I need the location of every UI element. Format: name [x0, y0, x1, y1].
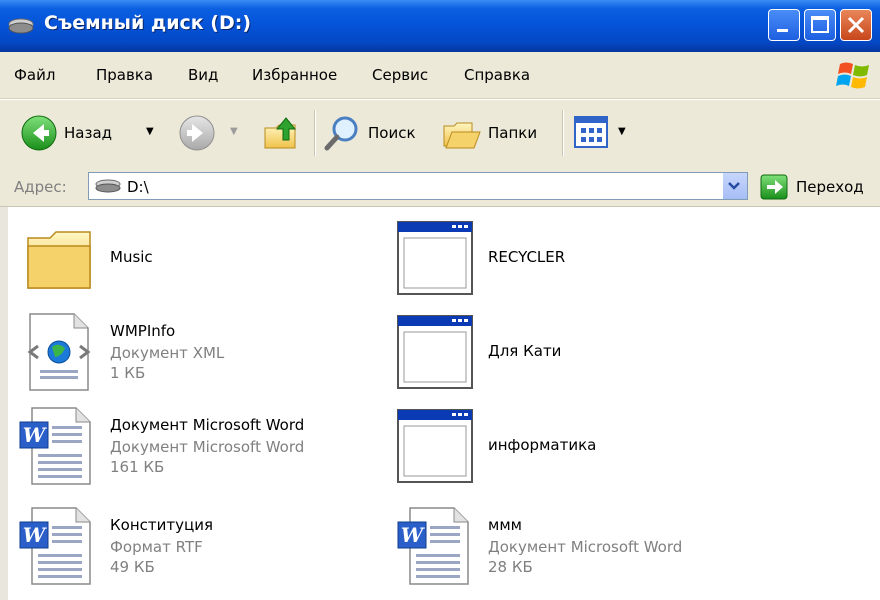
file-type: Документ XML — [110, 344, 225, 362]
minimize-icon — [777, 29, 788, 32]
toolbar-separator — [562, 110, 564, 156]
system-folder-icon — [397, 315, 473, 389]
back-label: Назад — [64, 124, 113, 142]
file-size: 161 КБ — [110, 458, 165, 476]
file-size: 28 КБ — [488, 558, 533, 576]
system-folder-icon — [397, 409, 473, 483]
address-bar: Адрес: D:\ Переход — [0, 168, 880, 207]
forward-arrow-icon — [179, 115, 215, 151]
file-name: ммм — [488, 516, 522, 534]
back-button[interactable]: Назад ▼ — [20, 110, 160, 156]
windows-logo-icon — [836, 62, 869, 89]
file-name: RECYCLER — [488, 248, 566, 266]
go-arrow-icon — [760, 174, 788, 200]
window-title: Съемный диск (D:) — [44, 12, 252, 34]
file-type: Документ Microsoft Word — [110, 438, 305, 456]
left-panel-edge — [0, 207, 8, 600]
system-folder-icon — [397, 221, 473, 295]
file-item-konstitutsiya[interactable]: W Конституция Формат RTF 49 КБ — [18, 506, 358, 588]
menu-edit[interactable]: Правка — [96, 66, 153, 84]
menu-tools[interactable]: Сервис — [372, 66, 428, 84]
svg-text:W: W — [401, 523, 426, 547]
maximize-button[interactable] — [804, 9, 836, 41]
search-label: Поиск — [368, 124, 416, 142]
back-arrow-icon — [21, 115, 57, 151]
folder-icon — [27, 231, 91, 289]
menu-help[interactable]: Справка — [464, 66, 530, 84]
menu-bar: Файл Правка Вид Избранное Сервис Справка — [0, 52, 880, 99]
removable-drive-icon — [8, 18, 34, 34]
word-document-icon: W — [19, 507, 91, 585]
back-dropdown-icon[interactable]: ▼ — [146, 126, 154, 137]
file-item-dlya-kati[interactable]: Для Кати — [396, 312, 736, 394]
maximize-icon — [811, 16, 829, 33]
up-folder-button[interactable] — [262, 110, 302, 156]
file-item-word-document[interactable]: W Документ Microsoft Word Документ Micro… — [18, 406, 378, 488]
search-button[interactable]: Поиск — [324, 110, 430, 156]
file-item-recycler[interactable]: RECYCLER — [396, 218, 736, 300]
views-dropdown-icon[interactable]: ▼ — [618, 126, 626, 137]
xml-document-icon — [27, 313, 91, 391]
menu-file[interactable]: Файл — [14, 66, 55, 84]
views-button[interactable]: ▼ — [574, 110, 634, 156]
address-dropdown-button[interactable] — [722, 173, 747, 199]
go-label: Переход — [796, 178, 864, 196]
menu-favorites[interactable]: Избранное — [252, 66, 337, 84]
forward-dropdown-icon[interactable]: ▼ — [230, 126, 238, 137]
forward-button[interactable]: ▼ — [178, 110, 244, 156]
file-name: Документ Microsoft Word — [110, 416, 305, 434]
file-type: Документ Microsoft Word — [488, 538, 683, 556]
address-value: D:\ — [127, 178, 149, 196]
minimize-button[interactable] — [768, 9, 800, 41]
file-item-music[interactable]: Music — [18, 218, 358, 300]
folders-button[interactable]: Папки — [442, 110, 550, 156]
close-button[interactable] — [840, 9, 872, 41]
chevron-down-icon — [728, 182, 740, 190]
address-input[interactable]: D:\ — [88, 172, 748, 200]
folders-label: Папки — [488, 124, 538, 142]
menu-view[interactable]: Вид — [188, 66, 218, 84]
file-item-wmpinfo[interactable]: WMPInfo Документ XML 1 КБ — [18, 312, 358, 394]
folder-up-icon — [264, 117, 297, 149]
file-item-mmm[interactable]: W ммм Документ Microsoft Word 28 КБ — [396, 506, 756, 588]
title-bar[interactable]: Съемный диск (D:) — [0, 0, 880, 52]
file-size: 1 КБ — [110, 364, 146, 382]
word-document-icon: W — [19, 407, 91, 485]
search-magnifier-icon — [324, 116, 358, 151]
address-label: Адрес: — [14, 178, 67, 196]
file-size: 49 КБ — [110, 558, 155, 576]
word-document-icon: W — [397, 507, 469, 585]
file-name: WMPInfo — [110, 322, 176, 340]
file-name: Для Кати — [488, 342, 562, 360]
svg-text:W: W — [23, 423, 48, 447]
close-icon — [847, 16, 865, 34]
toolbar: Назад ▼ ▼ Поиск Папки ▼ — [0, 99, 880, 169]
file-name: Music — [110, 248, 153, 266]
file-name: Конституция — [110, 516, 213, 534]
svg-text:W: W — [23, 523, 48, 547]
toolbar-separator — [314, 110, 316, 156]
drive-icon — [95, 179, 121, 193]
file-name: информатика — [488, 436, 597, 454]
folders-icon — [443, 122, 481, 149]
views-grid-icon — [574, 116, 608, 148]
file-item-informatika[interactable]: информатика — [396, 406, 736, 488]
file-type: Формат RTF — [110, 538, 203, 556]
